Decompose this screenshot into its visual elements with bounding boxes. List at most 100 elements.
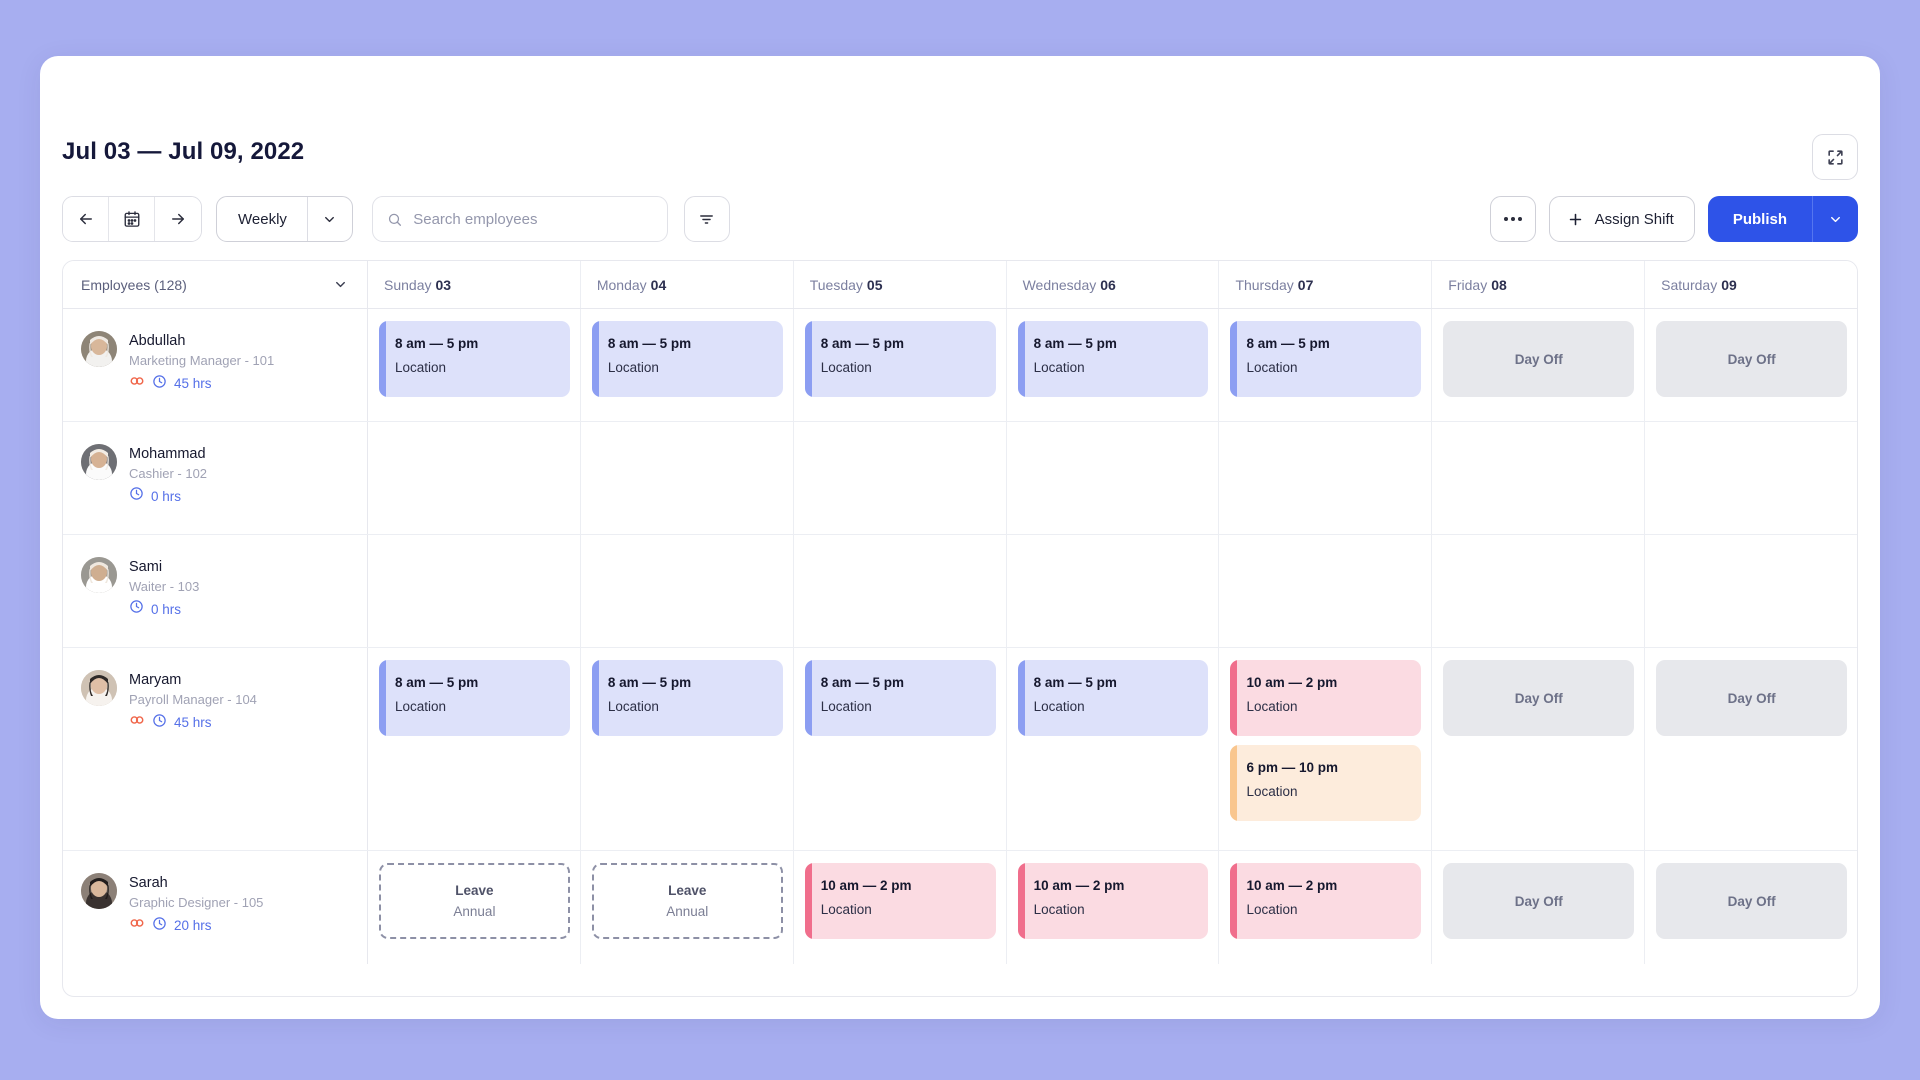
shift-card[interactable]: 10 am — 2 pm Location bbox=[1017, 863, 1209, 939]
schedule-cell[interactable]: 8 am — 5 pm Location bbox=[368, 309, 581, 421]
shift-time: 8 am — 5 pm bbox=[1033, 336, 1117, 351]
schedule-cell[interactable]: 8 am — 5 pm Location bbox=[581, 648, 794, 850]
shift-card[interactable]: 8 am — 5 pm Location bbox=[1230, 321, 1422, 397]
filter-button[interactable] bbox=[683, 196, 730, 242]
schedule-cell[interactable] bbox=[1007, 535, 1220, 647]
shift-card[interactable]: 8 am — 5 pm Location bbox=[804, 321, 996, 397]
publish-button[interactable]: Publish bbox=[1707, 196, 1812, 242]
shift-location: Location bbox=[607, 699, 659, 714]
schedule-cell[interactable]: 10 am — 2 pm Location bbox=[1219, 851, 1433, 964]
schedule-cell[interactable]: Day Off bbox=[1432, 851, 1646, 964]
schedule-cell[interactable]: 8 am — 5 pm Location bbox=[1007, 648, 1220, 850]
more-options-button[interactable] bbox=[1489, 196, 1536, 242]
schedule-cell[interactable] bbox=[1432, 422, 1646, 534]
employees-column-header[interactable]: Employees (128) bbox=[63, 261, 368, 308]
day-name: Saturday bbox=[1661, 276, 1718, 293]
day-off-card[interactable]: Day Off bbox=[1656, 863, 1848, 939]
employee-cell[interactable]: Abdullah Marketing Manager - 101 45 hrs bbox=[63, 309, 368, 421]
shift-card[interactable]: 10 am — 2 pm Location bbox=[804, 863, 996, 939]
shift-card[interactable]: 6 pm — 10 pm Location bbox=[1230, 745, 1422, 821]
prev-period-button[interactable] bbox=[63, 197, 109, 241]
arrow-right-icon bbox=[172, 213, 184, 225]
employee-cell[interactable]: Mohammad Cashier - 102 0 hrs bbox=[63, 422, 368, 534]
schedule-cell[interactable]: 8 am — 5 pm Location bbox=[1219, 309, 1433, 421]
shift-card[interactable]: 8 am — 5 pm Location bbox=[1017, 321, 1209, 397]
schedule-cell[interactable] bbox=[794, 422, 1007, 534]
schedule-cell[interactable] bbox=[1219, 535, 1433, 647]
schedule-cell[interactable] bbox=[368, 535, 581, 647]
employee-meta: Sarah Graphic Designer - 105 20 hrs bbox=[129, 873, 263, 936]
schedule-cell[interactable]: Leave Annual bbox=[581, 851, 794, 964]
employee-role: Marketing Manager - 101 bbox=[129, 353, 275, 368]
avatar-image bbox=[81, 670, 117, 706]
leave-card[interactable]: Leave Annual bbox=[591, 863, 783, 939]
schedule-cell[interactable]: 8 am — 5 pm Location bbox=[581, 309, 794, 421]
calendar-icon bbox=[124, 211, 139, 227]
calendar-picker-button[interactable] bbox=[109, 197, 155, 241]
ellipsis-icon bbox=[1503, 217, 1508, 221]
search-box[interactable] bbox=[371, 196, 668, 242]
schedule-cell[interactable] bbox=[581, 535, 794, 647]
schedule-cell[interactable] bbox=[1645, 535, 1857, 647]
view-selector[interactable]: Weekly bbox=[216, 196, 353, 242]
schedule-cell[interactable]: Day Off bbox=[1645, 648, 1857, 850]
day-off-card[interactable]: Day Off bbox=[1443, 660, 1635, 736]
shift-time: 8 am — 5 pm bbox=[820, 336, 904, 351]
assign-shift-button[interactable]: Assign Shift bbox=[1548, 196, 1695, 242]
employee-cell[interactable]: Sarah Graphic Designer - 105 20 hrs bbox=[63, 851, 368, 964]
schedule-cell[interactable] bbox=[794, 535, 1007, 647]
shift-card[interactable]: 8 am — 5 pm Location bbox=[1017, 660, 1209, 736]
day-off-card[interactable]: Day Off bbox=[1443, 321, 1635, 397]
schedule-cell[interactable]: 10 am — 2 pm Location 6 pm — 10 pm Location bbox=[1219, 648, 1433, 850]
shift-card[interactable]: 8 am — 5 pm Location bbox=[591, 321, 783, 397]
shift-location: Location bbox=[820, 360, 872, 375]
header: Jul 03 — Jul 09, 2022 Weekly Search empl… bbox=[40, 56, 1880, 242]
table-row: Sarah Graphic Designer - 105 20 hrs Leave A… bbox=[63, 851, 1857, 964]
employee-meta: Sami Waiter - 103 0 hrs bbox=[129, 557, 199, 619]
clock-icon bbox=[152, 374, 167, 394]
day-off-card[interactable]: Day Off bbox=[1443, 863, 1635, 939]
shift-location: Location bbox=[395, 699, 447, 714]
shift-card[interactable]: 10 am — 2 pm Location bbox=[1230, 660, 1422, 736]
shift-location: Location bbox=[820, 699, 872, 714]
shift-card[interactable]: 10 am — 2 pm Location bbox=[1230, 863, 1422, 939]
publish-caret-button[interactable] bbox=[1812, 196, 1858, 242]
schedule-cell[interactable]: 8 am — 5 pm Location bbox=[794, 648, 1007, 850]
schedule-cell[interactable]: Day Off bbox=[1432, 309, 1646, 421]
schedule-cell[interactable] bbox=[1219, 422, 1433, 534]
shift-card[interactable]: 8 am — 5 pm Location bbox=[379, 660, 570, 736]
day-headers: Sunday 03 Monday 04 Tuesday 05 Wednesday 06 Thur… bbox=[368, 261, 1857, 308]
schedule-cell[interactable] bbox=[581, 422, 794, 534]
schedule-grid: Employees (128) Sunday 03 Monday 04 Tuesday 0… bbox=[62, 260, 1858, 997]
employee-cell[interactable]: Sami Waiter - 103 0 hrs bbox=[63, 535, 368, 647]
schedule-cell[interactable]: 8 am — 5 pm Location bbox=[794, 309, 1007, 421]
shift-card[interactable]: 8 am — 5 pm Location bbox=[804, 660, 996, 736]
schedule-cell[interactable]: Day Off bbox=[1645, 309, 1857, 421]
view-selector-label[interactable]: Weekly bbox=[217, 197, 308, 241]
view-selector-caret-button[interactable] bbox=[308, 197, 352, 241]
avatar-image bbox=[81, 331, 117, 367]
shift-card[interactable]: 8 am — 5 pm Location bbox=[591, 660, 783, 736]
next-period-button[interactable] bbox=[155, 197, 201, 241]
schedule-cell[interactable]: 8 am — 5 pm Location bbox=[368, 648, 581, 850]
schedule-cell[interactable]: 10 am — 2 pm Location bbox=[1007, 851, 1220, 964]
schedule-cell[interactable] bbox=[368, 422, 581, 534]
employee-cell[interactable]: Maryam Payroll Manager - 104 45 hrs bbox=[63, 648, 368, 850]
schedule-cell[interactable] bbox=[1007, 422, 1220, 534]
schedule-cell[interactable] bbox=[1645, 422, 1857, 534]
schedule-cell[interactable] bbox=[1432, 535, 1646, 647]
schedule-cell[interactable]: Leave Annual bbox=[368, 851, 581, 964]
day-off-card[interactable]: Day Off bbox=[1656, 321, 1848, 397]
schedule-cell[interactable]: Day Off bbox=[1432, 648, 1646, 850]
chevron-down-icon[interactable] bbox=[333, 277, 348, 292]
day-date: 05 bbox=[866, 276, 883, 293]
schedule-cell[interactable]: Day Off bbox=[1645, 851, 1857, 964]
table-row: Maryam Payroll Manager - 104 45 hrs 8 am —… bbox=[63, 648, 1857, 851]
schedule-cell[interactable]: 10 am — 2 pm Location bbox=[794, 851, 1007, 964]
shift-card[interactable]: 8 am — 5 pm Location bbox=[379, 321, 570, 397]
search-input[interactable] bbox=[413, 210, 653, 228]
expand-icon-button[interactable] bbox=[1812, 134, 1858, 180]
schedule-cell[interactable]: 8 am — 5 pm Location bbox=[1007, 309, 1220, 421]
day-off-card[interactable]: Day Off bbox=[1656, 660, 1848, 736]
leave-card[interactable]: Leave Annual bbox=[379, 863, 570, 939]
